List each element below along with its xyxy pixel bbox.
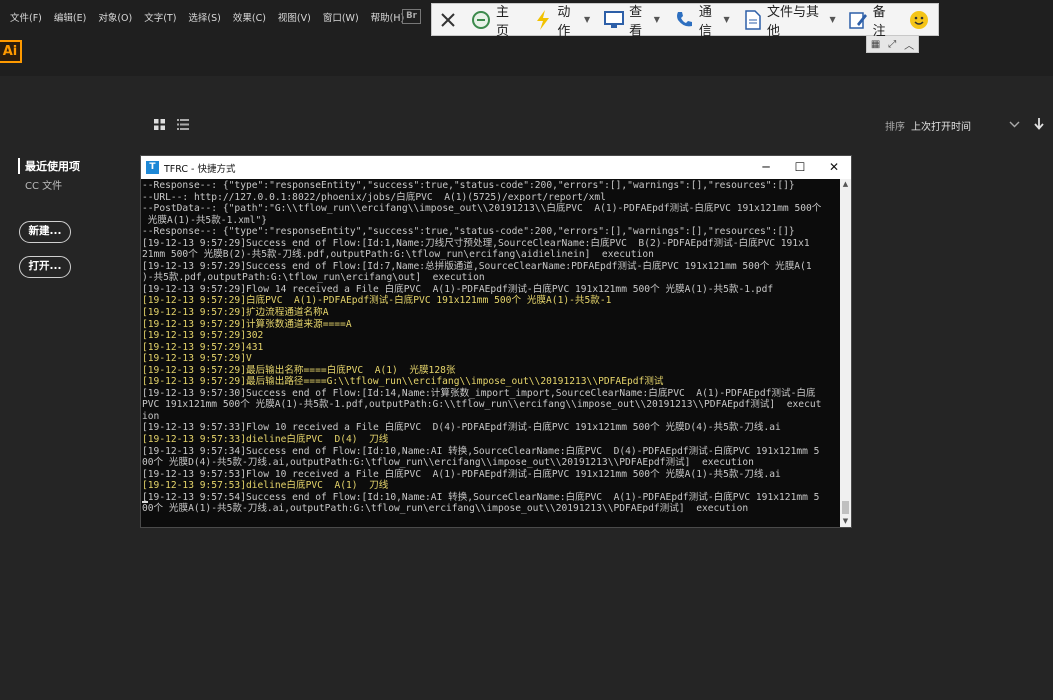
document-icon <box>744 9 762 30</box>
sort-select[interactable]: 上次打开时间 <box>911 118 1003 133</box>
console-line: [19-12-13 9:57:29]431 <box>142 341 264 353</box>
console-line: [19-12-13 9:57:29]白底PVC A(1)-PDFAEpdf测试-… <box>142 295 612 307</box>
sidebar-item-cc-files[interactable]: CC 文件 <box>25 177 62 192</box>
console-line: [19-12-13 9:57:29]最后输出名称====白底PVC A(1) 光… <box>142 364 456 376</box>
comm-label: 通信 <box>698 4 712 39</box>
console-line: [19-12-13 9:57:53]Flow 10 received a Fil… <box>142 468 781 480</box>
menu-window[interactable]: 窗口(W) <box>323 10 359 24</box>
app-icon: T <box>146 161 159 174</box>
minimize-button[interactable]: ─ <box>749 156 783 179</box>
menu-edit[interactable]: 编辑(E) <box>54 10 86 24</box>
console-line: 00个 光膜A(1)-共5款-刀线.ai,outputPath:G:\tflow… <box>142 503 749 515</box>
home-icon <box>471 10 491 30</box>
console-line: [19-12-13 9:57:34]Success end of Flow:[I… <box>142 445 820 457</box>
scrollbar[interactable]: ▲ ▼ <box>840 179 851 527</box>
console-line: --Response--: {"type":"responseEntity","… <box>142 226 795 238</box>
ai-logo: Ai <box>0 40 22 63</box>
text-cursor <box>142 501 148 503</box>
console-titlebar[interactable]: T TFRC - 快捷方式 ─ ☐ ✕ <box>141 156 851 179</box>
emoji-button[interactable] <box>905 4 938 35</box>
sort-label: 排序 <box>885 122 905 133</box>
comm-button[interactable]: 通信 ▼ <box>670 4 734 39</box>
home-button[interactable]: 主页 <box>467 4 522 39</box>
console-line: --URL--: http://127.0.0.1:8022/phoenix/j… <box>142 191 606 203</box>
monitor-icon <box>604 10 625 30</box>
action-button[interactable]: 动作 ▼ <box>530 4 594 39</box>
console-line: [19-12-13 9:57:33]Flow 10 received a Fil… <box>142 422 781 434</box>
scroll-up-icon[interactable]: ▲ <box>840 179 851 190</box>
console-line: [19-12-13 9:57:53]dieline白底PVC A(1) 刀线 <box>142 480 389 492</box>
console-line: [19-12-13 9:57:33]dieline白底PVC D(4) 刀线 <box>142 434 389 446</box>
menu: 文件(F) 编辑(E) 对象(O) 文字(T) 选择(S) 效果(C) 视图(V… <box>10 10 416 24</box>
sidebar-item-recent[interactable]: 最近使用项 <box>18 158 80 174</box>
grid-icon[interactable]: ▦ <box>871 39 880 50</box>
lightning-icon <box>534 9 552 30</box>
sort-direction-icon[interactable] <box>1034 118 1044 133</box>
notes-label: 备注 <box>872 4 886 39</box>
window-title: TFRC - 快捷方式 <box>164 163 236 175</box>
phone-icon <box>674 10 694 30</box>
chevron-down-icon[interactable] <box>1009 120 1020 131</box>
chevron-down-icon: ▼ <box>829 15 836 24</box>
console-line: [19-12-13 9:57:29]Success end of Flow:[I… <box>142 260 812 272</box>
console-log: --Response--: {"type":"responseEntity","… <box>142 179 840 527</box>
bridge-button[interactable]: Br <box>402 9 421 24</box>
console-line: [19-12-13 9:57:29]V <box>142 353 252 365</box>
menu-type[interactable]: 文字(T) <box>144 10 176 24</box>
view-button[interactable]: 查看 ▼ <box>600 4 664 39</box>
console-line: [19-12-13 9:57:30]Success end of Flow:[I… <box>142 387 816 399</box>
menu-view[interactable]: 视图(V) <box>278 10 311 24</box>
console-line: [19-12-13 9:57:29]最后输出路径====G:\\tflow_ru… <box>142 376 664 388</box>
scroll-down-icon[interactable]: ▼ <box>840 516 851 527</box>
expand-icon[interactable]: ⤢ <box>888 39 896 50</box>
view-toggle <box>154 119 189 133</box>
console-line: ion <box>142 410 160 422</box>
action-label: 动作 <box>557 4 571 39</box>
menu-effect[interactable]: 效果(C) <box>233 10 266 24</box>
open-button[interactable]: 打开... <box>19 256 71 278</box>
chevron-down-icon: ▼ <box>583 15 591 24</box>
console-line: 光膜A(1)-共5款-1.xml"} <box>142 214 268 226</box>
console-line: PVC 191x121mm 500个 光膜A(1)-共5款-1.pdf,outp… <box>142 399 822 411</box>
home-label: 主页 <box>496 4 510 39</box>
console-line: [19-12-13 9:57:29]Flow 14 received a Fil… <box>142 283 774 295</box>
scroll-thumb[interactable] <box>842 501 849 514</box>
list-view-icon[interactable] <box>177 119 189 133</box>
console-line: [19-12-13 9:57:29]计算张数通道来源====A <box>142 318 352 330</box>
chevron-up-icon[interactable]: ︿ <box>904 37 914 52</box>
menu-file[interactable]: 文件(F) <box>10 10 42 24</box>
console-line: [19-12-13 9:57:29]扩边流程通道名称A <box>142 307 329 319</box>
floating-toolbar: 主页 动作 ▼ 查看 ▼ 通信 ▼ 文件与其他 ▼ 备注 <box>431 3 939 39</box>
console-line: --Response--: {"type":"responseEntity","… <box>142 180 795 191</box>
notes-button[interactable]: 备注 <box>844 4 899 39</box>
chevron-down-icon: ▼ <box>653 15 660 24</box>
console-line: [19-12-13 9:57:54]Success end of Flow:[I… <box>142 491 820 503</box>
pencil-note-icon <box>848 10 868 30</box>
close-window-button[interactable]: ✕ <box>817 156 851 179</box>
toolbar-handle: ▦ ⤢ ︿ <box>866 36 919 53</box>
console-line: --PostData--: {"path":"G:\\tflow_run\\er… <box>142 203 822 215</box>
menu-help[interactable]: 帮助(H) <box>371 10 405 24</box>
console-line: 00个 光膜D(4)-共5款-刀线.ai,outputPath:G:\tflow… <box>142 457 754 469</box>
console-line: )-共5款.pdf,outputPath:G:\tflow_run\ercifa… <box>142 272 485 284</box>
sort-control: 排序 上次打开时间 <box>885 118 1044 133</box>
files-button[interactable]: 文件与其他 ▼ <box>740 4 840 39</box>
close-toolbar-button[interactable] <box>432 4 467 35</box>
console-window: T TFRC - 快捷方式 ─ ☐ ✕ --Response--: {"type… <box>140 155 852 528</box>
window-controls: ─ ☐ ✕ <box>749 156 851 179</box>
new-button[interactable]: 新建... <box>19 221 71 243</box>
console-line: [19-12-13 9:57:29]302 <box>142 330 264 342</box>
console-line: [19-12-13 9:57:29]Success end of Flow:[I… <box>142 237 810 249</box>
menu-select[interactable]: 选择(S) <box>188 10 220 24</box>
view-label: 查看 <box>629 4 643 39</box>
close-icon <box>438 10 458 30</box>
files-label: 文件与其他 <box>767 4 820 39</box>
menu-object[interactable]: 对象(O) <box>98 10 132 24</box>
console-line: 21mm 500个 光膜B(2)-共5款-刀线.pdf,outputPath:G… <box>142 249 654 261</box>
smiley-icon <box>909 10 929 30</box>
chevron-down-icon: ▼ <box>723 15 730 24</box>
grid-view-icon[interactable] <box>154 119 165 133</box>
maximize-button[interactable]: ☐ <box>783 156 817 179</box>
